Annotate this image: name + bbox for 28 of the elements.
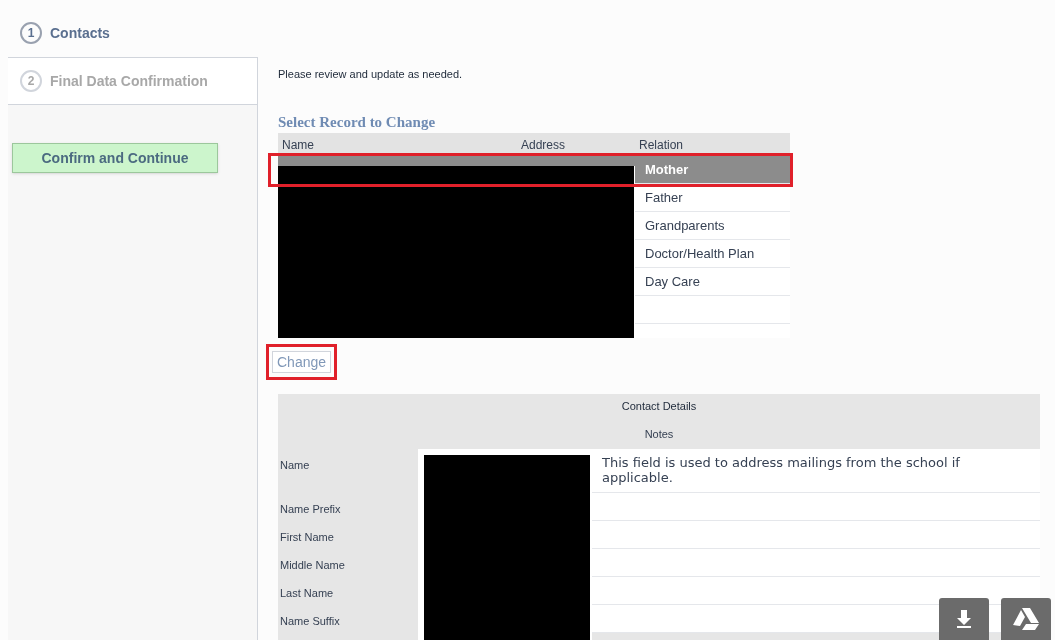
down-arrow-icon [956, 610, 972, 628]
notes-cell: This field is used to address mailings from the school if applicable. [592, 449, 1040, 493]
instructions-text: Please review and update as needed. [278, 67, 464, 82]
field-label: Name [279, 458, 311, 473]
column-header: Relation [638, 136, 685, 154]
record-row[interactable]: Doctor/Health Plan [635, 240, 790, 268]
table-title: Contact Details [620, 399, 698, 415]
triangle-logo-icon [1013, 608, 1039, 630]
field-label: Name Prefix [279, 502, 342, 517]
section-title: Select Record to Change [278, 112, 437, 132]
field-label: Middle Name [279, 558, 346, 573]
column-header: Name [281, 136, 315, 154]
change-button[interactable]: Change [272, 351, 332, 373]
field-label: Last Name [279, 586, 335, 601]
record-row[interactable]: Day Care [635, 268, 790, 296]
field-label: Name Suffix [279, 614, 341, 629]
record-row[interactable]: Father [635, 184, 790, 212]
step-label: Final Data Confirmation [50, 71, 208, 91]
confirm-button[interactable]: Confirm and Continue [12, 143, 218, 173]
record-row[interactable]: Mother [635, 156, 790, 184]
record-row[interactable]: Grandparents [635, 212, 790, 240]
wizard-step[interactable]: 1 Contacts [8, 9, 258, 57]
column-header: Address [520, 136, 567, 154]
step-label: Contacts [50, 23, 110, 43]
field-label: First Name [279, 530, 335, 545]
download-button[interactable] [939, 598, 989, 640]
notes-heading: Notes [643, 426, 675, 442]
drive-button[interactable] [1001, 598, 1051, 640]
